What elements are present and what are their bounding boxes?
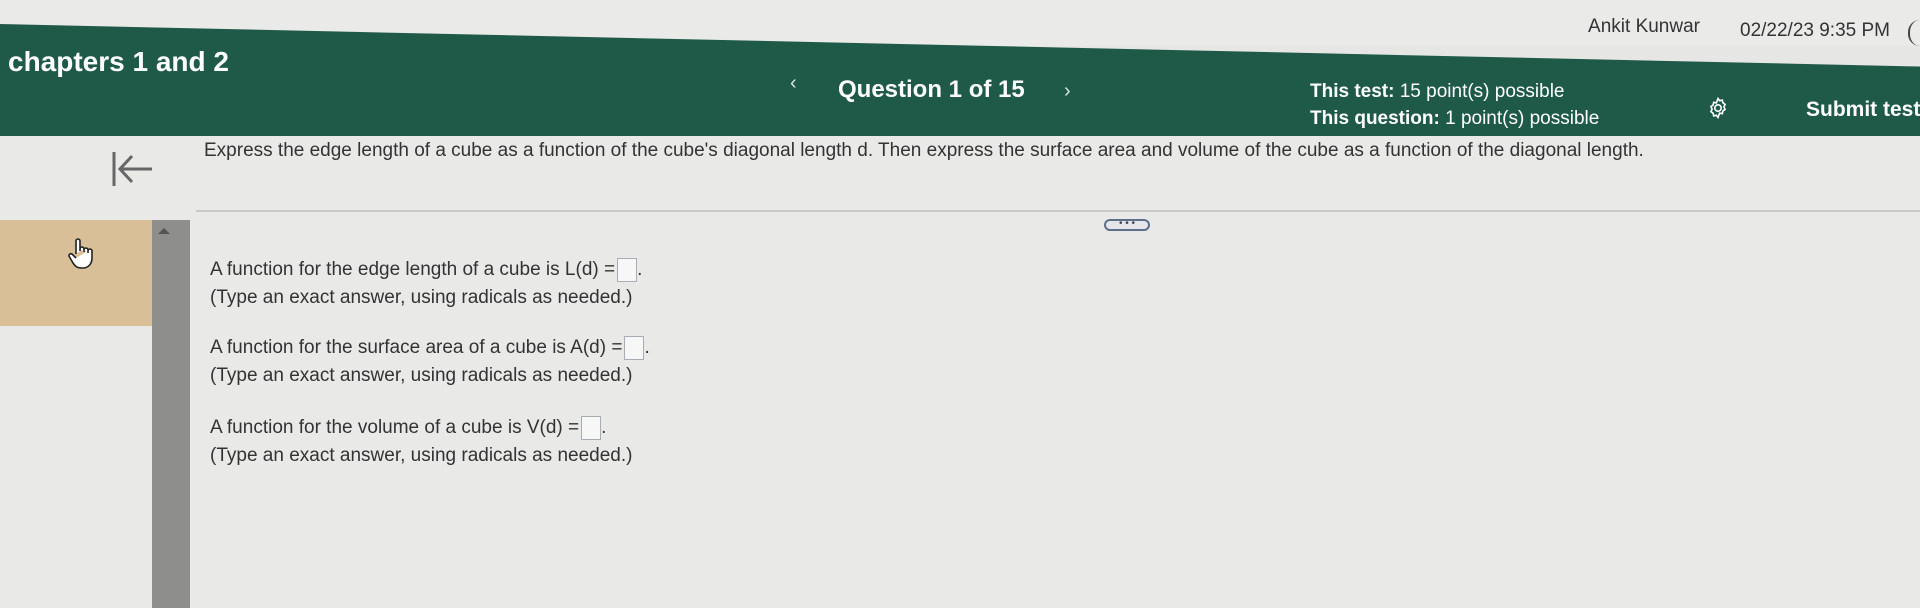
scrollbar-thumb[interactable] [152, 220, 190, 608]
answer-part-surface-area: A function for the surface area of a cub… [210, 334, 650, 390]
edge-paren-icon [1908, 20, 1920, 46]
part-expression: L(d) = [564, 259, 616, 280]
part-note: (Type an exact answer, using radicals as… [210, 445, 633, 466]
test-points-label: This test: [1310, 81, 1395, 102]
answer-part-edge-length: A function for the edge length of a cube… [210, 256, 642, 312]
part-note: (Type an exact answer, using radicals as… [210, 365, 633, 386]
part-expression: A(d) = [570, 337, 623, 358]
part-note: (Type an exact answer, using radicals as… [210, 287, 633, 308]
more-options-button[interactable]: • • • [1104, 219, 1150, 231]
part-text: A function for the surface area of a cub… [210, 337, 566, 358]
question-prompt: Express the edge length of a cube as a f… [204, 140, 1644, 161]
test-points-value: 15 point(s) possible [1399, 81, 1565, 102]
part-expression: V(d) = [526, 417, 580, 438]
question-points-value: 1 point(s) possible [1445, 108, 1600, 129]
part-text: A function for the volume of a cube is [210, 417, 522, 438]
answer-part-volume: A function for the volume of a cube is V… [210, 414, 632, 470]
collapse-left-arrow-icon[interactable] [110, 148, 156, 190]
points-info: This test: 15 point(s) possible This que… [1310, 78, 1599, 132]
question-panel: Express the edge length of a cube as a f… [0, 136, 1920, 608]
question-points-label: This question: [1310, 108, 1440, 129]
question-number: Question 1 of 15 [838, 76, 1025, 103]
gear-icon[interactable] [1706, 96, 1730, 120]
user-name: Ankit Kunwar [1588, 16, 1700, 37]
previous-question-button[interactable]: ‹ [790, 72, 797, 95]
scroll-up-arrow-icon[interactable] [158, 228, 170, 234]
volume-answer-input[interactable] [581, 415, 602, 440]
next-question-button[interactable]: › [1064, 80, 1071, 103]
edge-length-answer-input[interactable] [617, 257, 638, 282]
divider [196, 210, 1920, 212]
part-text: A function for the edge length of a cube… [210, 259, 560, 280]
datetime: 02/22/23 9:35 PM [1740, 20, 1890, 41]
hand-pointer-icon [68, 238, 93, 269]
submit-test-button[interactable]: Submit test [1806, 98, 1920, 122]
test-title: chapters 1 and 2 [8, 46, 229, 77]
surface-area-answer-input[interactable] [624, 335, 645, 360]
